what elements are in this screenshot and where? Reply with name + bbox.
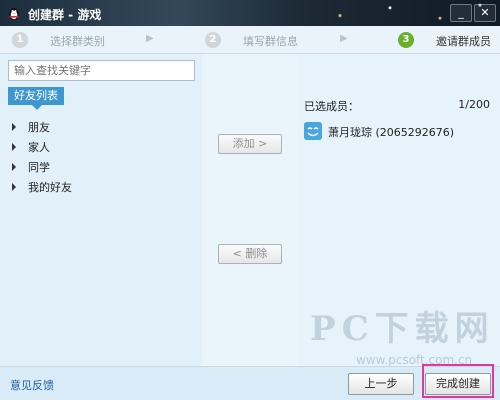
step-arrow-icon: ▶: [146, 33, 154, 44]
friend-group-item[interactable]: 我的好友: [12, 178, 72, 198]
step-3-label: 邀请群成员: [436, 35, 491, 48]
tab-friend-list[interactable]: 好友列表: [8, 87, 64, 110]
friend-group-label: 我的好友: [28, 181, 72, 194]
minimize-button[interactable]: _: [450, 4, 472, 22]
step-2-label: 填写群信息: [243, 35, 298, 48]
selected-member-item[interactable]: 萧月珑琮 (2065292676): [302, 120, 492, 142]
selected-members-label: 已选成员：: [304, 100, 359, 113]
prev-step-button[interactable]: 上一步: [348, 373, 414, 395]
avatar: [304, 122, 322, 140]
step-2-number: 2: [205, 32, 221, 48]
friend-group-label: 同学: [28, 161, 50, 174]
friend-group-item[interactable]: 朋友: [12, 118, 72, 138]
window-title: 创建群 - 游戏: [28, 8, 102, 22]
friend-group-item[interactable]: 同学: [12, 158, 72, 178]
title-bar: 创建群 - 游戏 _ ✕: [0, 0, 500, 26]
highlight-box: [422, 364, 494, 398]
member-name: 萧月珑琮 (2065292676): [328, 126, 455, 139]
caret-right-icon: [12, 163, 16, 171]
qq-penguin-icon: [9, 8, 19, 20]
caret-right-icon: [12, 123, 16, 131]
remove-button[interactable]: < 删除: [218, 244, 282, 264]
friend-group-label: 朋友: [28, 121, 50, 134]
add-button[interactable]: 添加 >: [218, 134, 282, 154]
step-3-number: 3: [398, 32, 414, 48]
smiley-avatar-icon: [304, 122, 322, 140]
friend-group-tree: 朋友 家人 同学 我的好友: [12, 118, 72, 198]
feedback-link[interactable]: 意见反馈: [10, 377, 54, 393]
close-button[interactable]: ✕: [474, 4, 496, 22]
action-column: 添加 > < 删除: [202, 54, 298, 366]
friend-group-item[interactable]: 家人: [12, 138, 72, 158]
friend-panel: 好友列表 朋友 家人 同学 我的好友: [0, 54, 202, 366]
step-arrow-icon: ▶: [340, 33, 348, 44]
wizard-steps: 1 选择群类别 ▶ 2 填写群信息 ▶ 3 邀请群成员: [0, 26, 500, 54]
selected-members-count: 1/200: [458, 98, 490, 111]
caret-right-icon: [12, 183, 16, 191]
step-1-number: 1: [12, 32, 28, 48]
selected-members-panel: 已选成员： 1/200 萧月珑琮 (2065292676): [298, 54, 500, 366]
friend-group-label: 家人: [28, 141, 50, 154]
step-1-label: 选择群类别: [50, 35, 105, 48]
caret-right-icon: [12, 143, 16, 151]
search-input[interactable]: [8, 60, 195, 81]
